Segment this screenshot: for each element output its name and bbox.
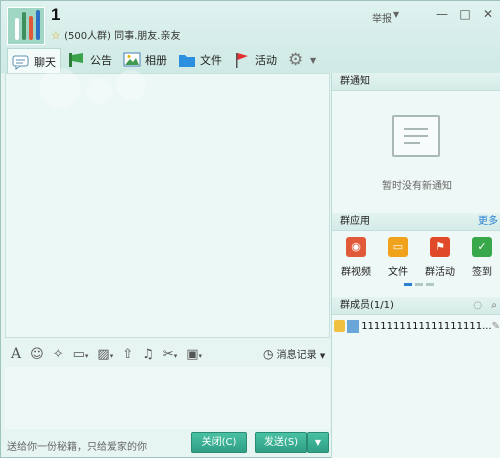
flag-icon xyxy=(233,52,251,68)
search-icon[interactable]: ⌕ xyxy=(491,297,497,315)
tab-label: 活动 xyxy=(255,54,277,67)
more-apps-link[interactable]: 更多 xyxy=(478,213,498,231)
avatar-stroke xyxy=(36,10,40,40)
close-button[interactable]: 关闭(C) xyxy=(191,432,247,453)
check-icon: ✓ xyxy=(472,237,492,257)
group-meta: ☆ (500人群) 同事.朋友.亲友 xyxy=(51,27,181,42)
members-title: 群成员(1/1) xyxy=(340,300,394,311)
apps-grid: ◉ 群视频 ▭ 文件 ⚑ 群活动 ✓ 签到 xyxy=(332,233,500,289)
music-icon[interactable]: ♫ xyxy=(142,347,154,362)
app-group-video[interactable]: ◉ 群视频 xyxy=(336,237,376,278)
page-dot[interactable] xyxy=(404,283,412,286)
report-link[interactable]: 举报 xyxy=(372,10,392,25)
right-panel: 群通知 暂时没有新通知 群应用 更多 ◉ 群视频 ▭ 文件 ⚑ 群活动 ✓ 签到… xyxy=(331,73,500,458)
background-decoration xyxy=(116,70,146,100)
page-dot[interactable] xyxy=(426,283,434,286)
page-indicator[interactable] xyxy=(404,283,434,286)
screen-share-icon[interactable]: ▣▾ xyxy=(186,347,202,362)
flag-icon: ⚑ xyxy=(430,237,450,257)
member-list-item[interactable]: 1111111111111111111... ✎ xyxy=(334,318,500,334)
tab-label: 文件 xyxy=(200,54,222,67)
image-icon[interactable]: ▨▾ xyxy=(97,347,113,362)
title-bar: 1 ☆ (500人群) 同事.朋友.亲友 举报 ▼ — □ ✕ 聊天 公告 相册… xyxy=(1,1,500,74)
avatar-stroke xyxy=(22,12,26,40)
chat-bubble-icon xyxy=(12,54,30,70)
tab-label: 公告 xyxy=(90,54,112,67)
screenshot-icon[interactable]: ▭▾ xyxy=(73,347,89,362)
member-chat-icon[interactable]: ◌ xyxy=(473,297,482,315)
member-name: 1111111111111111111... xyxy=(361,320,492,332)
tab-files[interactable]: 文件 xyxy=(174,48,226,72)
tab-label: 相册 xyxy=(145,54,167,67)
apps-title: 群应用 xyxy=(340,216,370,227)
tab-label: 聊天 xyxy=(34,55,56,69)
owner-badge-icon xyxy=(334,320,346,332)
gear-icon: ⚙ xyxy=(288,50,304,70)
chat-window: 1 ☆ (500人群) 同事.朋友.亲友 举报 ▼ — □ ✕ 聊天 公告 相册… xyxy=(0,0,500,458)
tab-settings[interactable]: ⚙ ▼ xyxy=(284,48,320,72)
apps-header: 群应用 更多 xyxy=(332,213,500,231)
star-icon: ☆ xyxy=(51,29,61,42)
empty-board-icon xyxy=(392,115,440,157)
send-options-button[interactable]: ▼ xyxy=(307,432,329,453)
app-label: 群视频 xyxy=(341,267,371,278)
report-chevron-icon[interactable]: ▼ xyxy=(393,10,399,19)
group-avatar[interactable] xyxy=(7,7,45,45)
tab-notice[interactable]: 公告 xyxy=(64,48,116,72)
members-header: 群成员(1/1) ◌ ⌕ xyxy=(332,297,500,315)
app-files[interactable]: ▭ 文件 xyxy=(378,237,418,278)
app-label: 文件 xyxy=(388,267,408,278)
group-name[interactable]: 1 xyxy=(51,5,60,25)
folder-icon xyxy=(178,52,196,68)
page-dot[interactable] xyxy=(415,283,423,286)
notice-title: 群通知 xyxy=(340,76,370,87)
scissors-icon[interactable]: ✂▾ xyxy=(163,347,177,362)
chevron-down-icon: ▼ xyxy=(314,438,322,447)
megaphone-icon xyxy=(68,52,86,68)
tab-album[interactable]: 相册 xyxy=(119,48,171,72)
clock-icon: ◷ xyxy=(263,347,274,361)
app-label: 群活动 xyxy=(425,267,455,278)
app-group-activity[interactable]: ⚑ 群活动 xyxy=(420,237,460,278)
tab-activity[interactable]: 活动 xyxy=(229,48,281,72)
maximize-button[interactable]: □ xyxy=(456,6,474,22)
member-avatar xyxy=(347,319,360,333)
group-meta-text: (500人群) 同事.朋友.亲友 xyxy=(64,31,181,42)
minimize-button[interactable]: — xyxy=(433,6,451,22)
app-label: 签到 xyxy=(472,267,492,278)
ad-tagline[interactable]: 送给你一份秘籍，只给爱家的你 xyxy=(7,438,147,453)
message-input[interactable] xyxy=(5,367,330,429)
history-label: 消息记录 xyxy=(276,350,317,361)
avatar-stroke xyxy=(15,18,19,40)
notice-empty-text: 暂时没有新通知 xyxy=(382,181,452,192)
message-history-button[interactable]: ◷ 消息记录 ▼ xyxy=(263,346,325,361)
video-camera-icon: ◉ xyxy=(346,237,366,257)
close-window-button[interactable]: ✕ xyxy=(479,6,497,22)
notice-header: 群通知 xyxy=(332,73,500,91)
photo-album-icon xyxy=(123,52,141,68)
chevron-down-icon: ▼ xyxy=(310,55,317,65)
input-toolbar: A ☺ ✧ ▭▾ ▨▾ ⇧ ♫ ✂▾ ▣▾ ◷ 消息记录 ▼ xyxy=(5,341,330,367)
upload-icon[interactable]: ⇧ xyxy=(122,347,133,362)
folder-icon: ▭ xyxy=(388,237,408,257)
background-decoration xyxy=(40,68,80,108)
send-button[interactable]: 发送(S) xyxy=(255,432,307,453)
magic-wand-icon[interactable]: ✧ xyxy=(53,347,64,362)
chevron-down-icon: ▼ xyxy=(319,352,326,360)
bottom-bar: 送给你一份秘籍，只给爱家的你 关闭(C) 发送(S) ▼ xyxy=(1,429,331,458)
font-icon[interactable]: A xyxy=(11,346,21,362)
emoji-icon[interactable]: ☺ xyxy=(30,347,44,362)
message-area[interactable] xyxy=(5,68,330,338)
background-decoration xyxy=(86,78,112,104)
edit-icon[interactable]: ✎ xyxy=(492,321,500,332)
app-check-in[interactable]: ✓ 签到 xyxy=(462,237,500,278)
avatar-stroke xyxy=(29,16,33,40)
